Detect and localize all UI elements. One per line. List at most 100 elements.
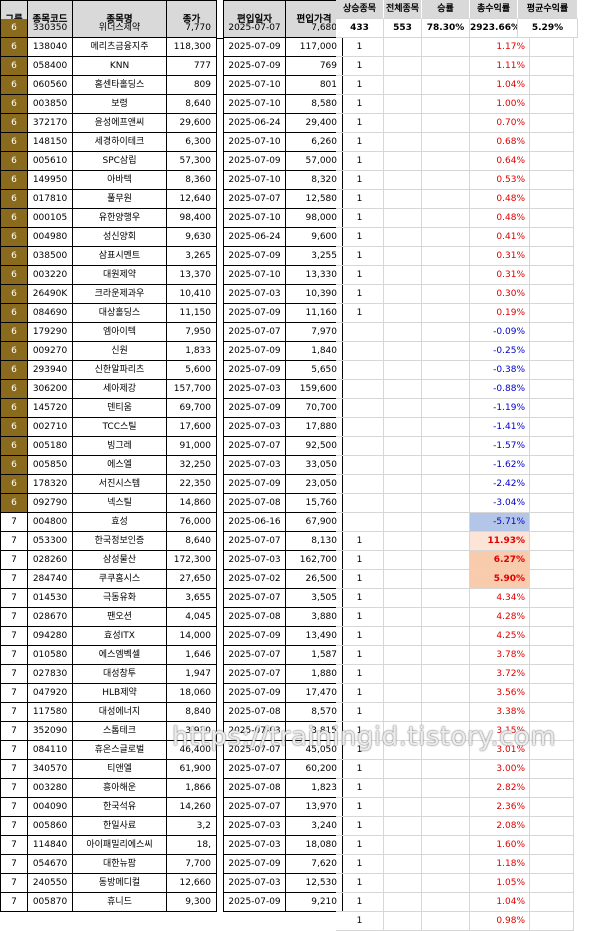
- cell-rising-flag[interactable]: [336, 456, 384, 475]
- cell-empty[interactable]: [384, 323, 422, 342]
- cell-rising-flag[interactable]: 1: [336, 57, 384, 76]
- cell-empty[interactable]: [384, 646, 422, 665]
- cell-empty[interactable]: [530, 627, 574, 646]
- cell-name[interactable]: 흥아해운: [73, 779, 167, 798]
- cell-price[interactable]: 3,2: [167, 817, 217, 836]
- cell-name[interactable]: TCC스틸: [73, 418, 167, 437]
- cell-code[interactable]: 047920: [28, 684, 73, 703]
- cell-return[interactable]: 3.72%: [470, 665, 530, 684]
- cell-entry-price[interactable]: 70,700: [286, 399, 343, 418]
- cell-name[interactable]: 유한양행우: [73, 209, 167, 228]
- cell-empty[interactable]: [530, 57, 574, 76]
- cell-code[interactable]: 149950: [28, 171, 73, 190]
- cell-name[interactable]: 풀무원: [73, 190, 167, 209]
- cell-group[interactable]: 7: [0, 760, 28, 779]
- cell-empty[interactable]: [384, 190, 422, 209]
- cell-rising-flag[interactable]: 1: [336, 646, 384, 665]
- cell-return[interactable]: 4.28%: [470, 608, 530, 627]
- cell-empty[interactable]: [422, 76, 470, 95]
- return-row[interactable]: 1 1.00%: [336, 95, 578, 114]
- cell-code[interactable]: 017810: [28, 190, 73, 209]
- cell-code[interactable]: 004980: [28, 228, 73, 247]
- cell-empty[interactable]: [422, 399, 470, 418]
- return-row[interactable]: 1 3.72%: [336, 665, 578, 684]
- cell-return[interactable]: 0.31%: [470, 266, 530, 285]
- table-row[interactable]: 7 047920 HLB제약 18,060 2025-07-09 17,470: [0, 684, 343, 703]
- cell-return[interactable]: 4.25%: [470, 627, 530, 646]
- cell-group[interactable]: 7: [0, 532, 28, 551]
- cell-code[interactable]: 284740: [28, 570, 73, 589]
- cell-code[interactable]: 027830: [28, 665, 73, 684]
- cell-name[interactable]: SPC삼립: [73, 152, 167, 171]
- cell-empty[interactable]: [422, 703, 470, 722]
- cell-rising-flag[interactable]: 1: [336, 133, 384, 152]
- cell-group[interactable]: 6: [0, 437, 28, 456]
- cell-rising-flag[interactable]: 1: [336, 38, 384, 57]
- cell-empty[interactable]: [530, 475, 574, 494]
- cell-group[interactable]: 7: [0, 874, 28, 893]
- table-row[interactable]: 7 054670 대한뉴팜 7,700 2025-07-09 7,620: [0, 855, 343, 874]
- cell-group[interactable]: 7: [0, 798, 28, 817]
- cell-empty[interactable]: [384, 798, 422, 817]
- cell-name[interactable]: HLB제약: [73, 684, 167, 703]
- cell-entry-price[interactable]: 769: [286, 57, 343, 76]
- cell-code[interactable]: 003280: [28, 779, 73, 798]
- cell-empty[interactable]: [530, 456, 574, 475]
- cell-group[interactable]: 6: [0, 285, 28, 304]
- cell-rising-flag[interactable]: 1: [336, 171, 384, 190]
- return-row[interactable]: 1 1.05%: [336, 874, 578, 893]
- cell-entry-price[interactable]: 9,600: [286, 228, 343, 247]
- cell-group[interactable]: 6: [0, 228, 28, 247]
- cell-group[interactable]: 6: [0, 209, 28, 228]
- cell-empty[interactable]: [530, 266, 574, 285]
- table-row[interactable]: 7 010580 에스엠벡셀 1,646 2025-07-07 1,587: [0, 646, 343, 665]
- cell-name[interactable]: 휴니드: [73, 893, 167, 912]
- cell-group[interactable]: 6: [0, 418, 28, 437]
- cell-code[interactable]: 148150: [28, 133, 73, 152]
- cell-name[interactable]: 극동유화: [73, 589, 167, 608]
- cell-code[interactable]: 306200: [28, 380, 73, 399]
- cell-code[interactable]: 003220: [28, 266, 73, 285]
- cell-return[interactable]: 1.60%: [470, 836, 530, 855]
- cell-price[interactable]: 69,700: [167, 399, 217, 418]
- return-row[interactable]: 1 2.36%: [336, 798, 578, 817]
- cell-return[interactable]: 11.93%: [470, 532, 530, 551]
- cell-price[interactable]: 7,770: [167, 19, 217, 38]
- return-row[interactable]: -1.57%: [336, 437, 578, 456]
- cell-entry-price[interactable]: 13,490: [286, 627, 343, 646]
- cell-entry-price[interactable]: 8,130: [286, 532, 343, 551]
- cell-group[interactable]: 6: [0, 152, 28, 171]
- table-row[interactable]: 6 138040 메리츠금융지주 118,300 2025-07-09 117,000: [0, 38, 343, 57]
- cell-code[interactable]: 000105: [28, 209, 73, 228]
- cell-empty[interactable]: [530, 399, 574, 418]
- return-row[interactable]: 1 0.64%: [336, 152, 578, 171]
- cell-entry-price[interactable]: 17,880: [286, 418, 343, 437]
- cell-name[interactable]: 대성에너지: [73, 703, 167, 722]
- cell-group[interactable]: 6: [0, 133, 28, 152]
- cell-entry-date[interactable]: 2025-07-08: [224, 779, 286, 798]
- cell-price[interactable]: 157,700: [167, 380, 217, 399]
- cell-code[interactable]: 009270: [28, 342, 73, 361]
- cell-empty[interactable]: [530, 437, 574, 456]
- cell-entry-price[interactable]: 5,650: [286, 361, 343, 380]
- cell-group[interactable]: 7: [0, 627, 28, 646]
- cell-entry-date[interactable]: 2025-06-16: [224, 513, 286, 532]
- return-row[interactable]: 1 1.04%: [336, 76, 578, 95]
- cell-rising-flag[interactable]: 1: [336, 798, 384, 817]
- cell-group[interactable]: 7: [0, 646, 28, 665]
- cell-empty[interactable]: [384, 114, 422, 133]
- cell-name[interactable]: 삼성물산: [73, 551, 167, 570]
- cell-price[interactable]: 9,300: [167, 893, 217, 912]
- cell-empty[interactable]: [530, 551, 574, 570]
- cell-return[interactable]: -1.19%: [470, 399, 530, 418]
- cell-name[interactable]: 크라운제과우: [73, 285, 167, 304]
- cell-empty[interactable]: [530, 608, 574, 627]
- cell-entry-price[interactable]: 3,240: [286, 817, 343, 836]
- return-row[interactable]: 1 1.60%: [336, 836, 578, 855]
- cell-name[interactable]: 쿠쿠홈시스: [73, 570, 167, 589]
- cell-entry-price[interactable]: 11,160: [286, 304, 343, 323]
- cell-entry-date[interactable]: 2025-07-07: [224, 437, 286, 456]
- return-row[interactable]: 1 3.56%: [336, 684, 578, 703]
- cell-price[interactable]: 1,646: [167, 646, 217, 665]
- cell-entry-price[interactable]: 12,580: [286, 190, 343, 209]
